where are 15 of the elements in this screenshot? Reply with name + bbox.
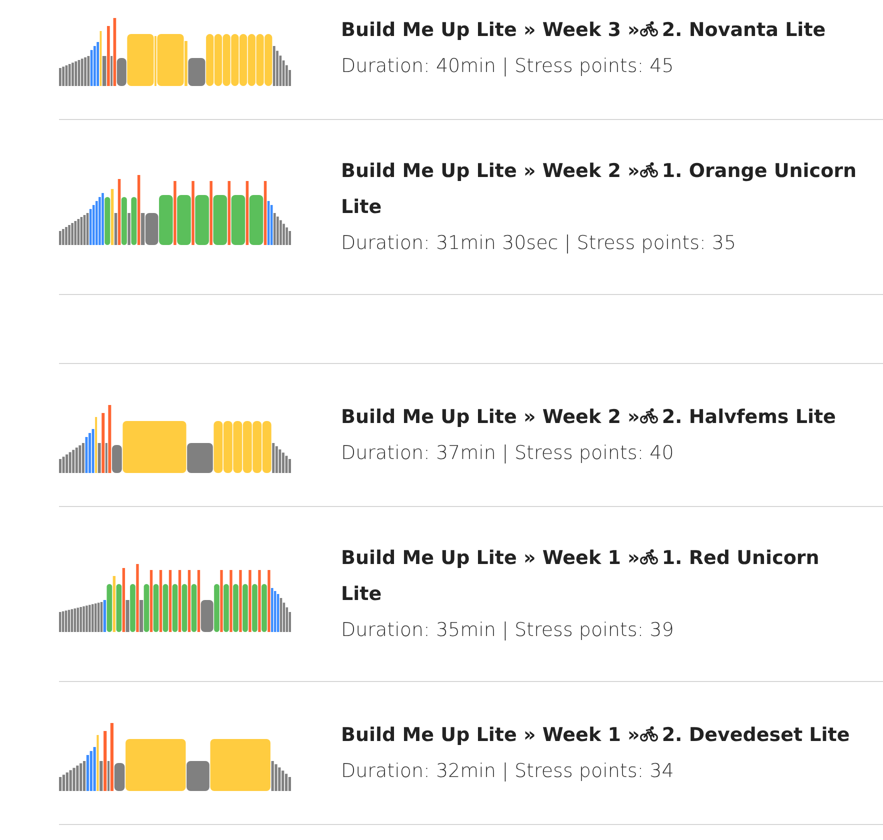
workout-title[interactable]: Build Me Up Lite » Week 1 » 2. Devedeset Lite bbox=[341, 717, 863, 753]
cyclist-icon bbox=[640, 726, 658, 742]
workout-details: Duration: 35min | Stress points: 39 bbox=[341, 618, 675, 643]
cyclist-icon bbox=[640, 21, 658, 37]
cyclist-icon bbox=[640, 408, 658, 424]
workout-title[interactable]: Build Me Up Lite » Week 1 » 1. Red Unicorn Lite bbox=[341, 540, 863, 612]
workout-details: Duration: 31min 30sec | Stress points: 35 bbox=[341, 231, 738, 256]
workout-title[interactable]: Build Me Up Lite » Week 2 » 1. Orange Unicorn Lite bbox=[341, 153, 863, 225]
workout-title[interactable]: Build Me Up Lite » Week 3 » 2. Novanta Lite bbox=[341, 12, 863, 48]
workout-details: Duration: 40min | Stress points: 45 bbox=[341, 54, 675, 79]
workout-details: Duration: 32min | Stress points: 34 bbox=[341, 759, 675, 784]
workout-title[interactable]: Build Me Up Lite » Week 2 » 2. Halvfems Lite bbox=[341, 399, 863, 435]
cyclist-icon bbox=[640, 549, 658, 565]
workout-details: Duration: 37min | Stress points: 40 bbox=[341, 441, 675, 466]
cyclist-icon bbox=[640, 162, 658, 178]
